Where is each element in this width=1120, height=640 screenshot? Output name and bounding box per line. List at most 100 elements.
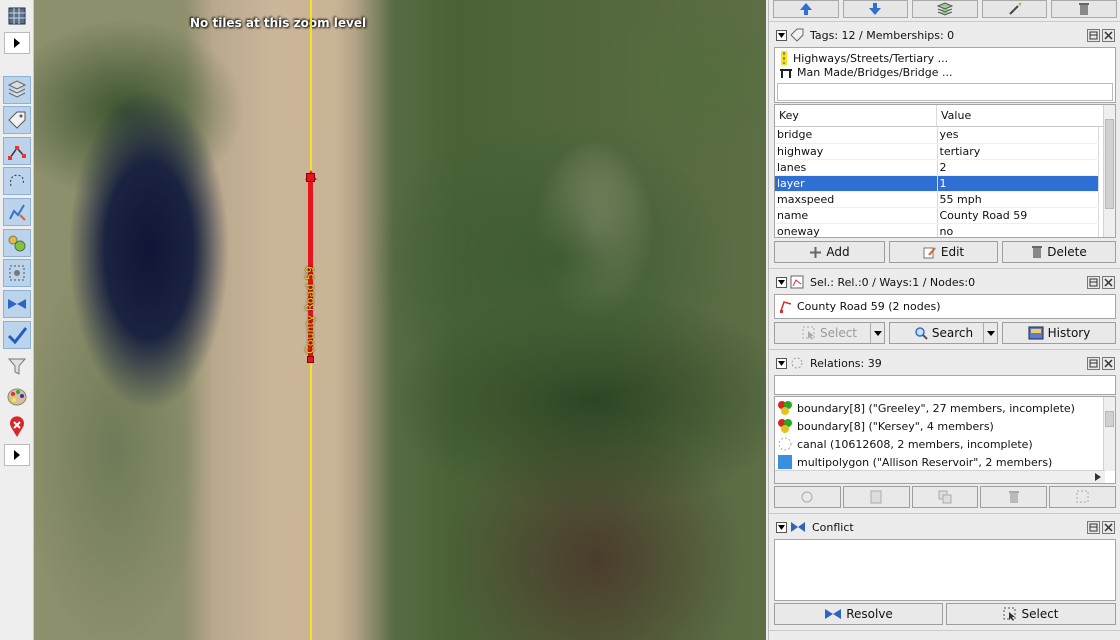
close-icon[interactable]	[1102, 29, 1115, 42]
tag-value[interactable]: tertiary	[937, 143, 1099, 160]
table-row[interactable]: oneway no	[775, 223, 1099, 237]
move-up-button[interactable]	[773, 0, 839, 18]
relation-list-vscrollbar[interactable]	[1103, 397, 1115, 471]
select-node-icon[interactable]	[3, 137, 31, 165]
tag-value[interactable]: County Road 59	[937, 207, 1099, 224]
resolve-button[interactable]: Resolve	[774, 603, 943, 625]
edit-relation-button[interactable]	[842, 486, 910, 508]
conflict-icon[interactable]	[3, 290, 31, 318]
selection-icon[interactable]	[3, 259, 31, 287]
relation-actions	[774, 486, 1116, 510]
collapse-icon[interactable]	[776, 521, 787, 533]
relation-members-button[interactable]	[774, 486, 841, 508]
map-view[interactable]: No tiles at this zoom level County Road …	[34, 0, 766, 640]
wand-button[interactable]	[981, 0, 1048, 18]
preset-label: Highways/Streets/Tertiary ...	[793, 51, 949, 65]
search-button[interactable]: Search	[889, 322, 998, 344]
way-node[interactable]	[306, 173, 315, 182]
chevron-down-icon[interactable]	[983, 323, 997, 343]
key-column-header[interactable]: Key	[775, 105, 937, 126]
filter-icon[interactable]	[3, 352, 31, 380]
tag-key[interactable]: bridge	[775, 127, 938, 144]
collapse-icon[interactable]	[776, 276, 787, 288]
wireframe-icon[interactable]	[3, 2, 31, 30]
tag-key[interactable]: lanes	[775, 159, 938, 176]
layers-icon[interactable]	[3, 76, 31, 104]
delete-tag-button[interactable]: Delete	[1002, 241, 1116, 263]
tag-key[interactable]: highway	[775, 143, 938, 160]
nodes-icon[interactable]	[3, 229, 31, 257]
select-label: Select	[1021, 607, 1059, 621]
delete-layer-button[interactable]	[1051, 0, 1117, 18]
pin-icon[interactable]	[1087, 29, 1100, 42]
edit-icon[interactable]	[3, 198, 31, 226]
tag-table-scrollbar[interactable]	[1103, 105, 1115, 237]
select-relation-members-button[interactable]	[1049, 486, 1116, 508]
next-dialog-header	[773, 634, 1117, 640]
way-icon	[780, 301, 792, 313]
wand-icon	[1008, 2, 1022, 15]
tag-value[interactable]: 55 mph	[937, 191, 1099, 208]
tag-key[interactable]: oneway	[775, 223, 938, 237]
move-down-button[interactable]	[842, 0, 909, 18]
table-row[interactable]: maxspeed 55 mph	[775, 191, 1099, 208]
tag-value[interactable]: 1	[937, 175, 1099, 192]
history-button[interactable]: History	[1002, 322, 1116, 344]
tag-value[interactable]: yes	[937, 127, 1099, 144]
tag-value[interactable]: 2	[937, 159, 1099, 176]
merge-layers-button[interactable]	[912, 0, 978, 18]
toolbar-expand-arrow-2[interactable]	[4, 444, 30, 466]
cursor-select-icon	[802, 326, 815, 340]
pin-icon[interactable]	[1087, 357, 1100, 370]
tag-table: Key Value bridge yes highway tertiary lane…	[774, 104, 1116, 238]
conflict-select-button[interactable]: Select	[946, 603, 1116, 625]
list-item[interactable]: multipolygon ("Allison Reservoir", 2 mem…	[777, 453, 1052, 471]
table-row-selected[interactable]: layer 1	[775, 175, 1099, 192]
preset-item[interactable]: Man Made/Bridges/Bridge ...	[779, 66, 953, 79]
delete-relation-button[interactable]	[980, 486, 1048, 508]
table-row[interactable]: lanes 2	[775, 159, 1099, 176]
collapse-icon[interactable]	[776, 357, 787, 369]
close-icon[interactable]	[1102, 357, 1115, 370]
edit-tag-button[interactable]: Edit	[889, 241, 998, 263]
close-icon[interactable]	[1102, 521, 1115, 534]
pin-icon[interactable]	[1087, 276, 1100, 289]
list-item[interactable]: boundary[8] ("Kersey", 4 members)	[777, 417, 994, 435]
list-item[interactable]: boundary[8] ("Greeley", 27 members, inco…	[777, 399, 1075, 417]
tag-value[interactable]: no	[937, 223, 1099, 237]
top-toolbar	[773, 0, 1117, 18]
relation-list-hscrollbar[interactable]	[775, 470, 1105, 483]
add-tag-button[interactable]: Add	[774, 241, 885, 263]
lasso-icon[interactable]	[3, 167, 31, 195]
list-item[interactable]: canal (10612608, 2 members, incomplete)	[777, 435, 1033, 453]
list-item[interactable]: County Road 59 (2 nodes)	[779, 299, 941, 313]
close-icon[interactable]	[1102, 276, 1115, 289]
relation-filter-field[interactable]	[774, 375, 1116, 395]
table-row[interactable]: name County Road 59	[775, 207, 1099, 224]
pin-icon[interactable]	[1087, 521, 1100, 534]
collapse-icon[interactable]	[776, 29, 787, 41]
tag-key[interactable]: name	[775, 207, 938, 224]
preset-search-field[interactable]	[777, 83, 1113, 101]
select-button[interactable]: Select	[774, 322, 885, 344]
tag-key[interactable]: layer	[775, 175, 938, 192]
tag-key[interactable]: maxspeed	[775, 191, 938, 208]
check-icon[interactable]	[3, 321, 31, 349]
search-label: Search	[931, 326, 974, 340]
chevron-down-icon[interactable]	[870, 323, 884, 343]
select-members-icon	[1076, 490, 1089, 503]
duplicate-relation-button[interactable]	[911, 486, 979, 508]
road-name-label: County Road 59	[303, 266, 317, 354]
value-column-header[interactable]: Value	[937, 105, 1097, 126]
tags-dialog-header: Tags: 12 / Memberships: 0	[773, 25, 1117, 45]
preset-item[interactable]: Highways/Streets/Tertiary ...	[779, 51, 948, 65]
palette-icon[interactable]	[3, 383, 31, 411]
tag-icon[interactable]	[3, 106, 31, 134]
selection-list: County Road 59 (2 nodes)	[774, 294, 1116, 319]
way-node[interactable]	[307, 356, 314, 363]
table-row[interactable]: highway tertiary	[775, 143, 1099, 160]
table-row[interactable]: bridge yes	[775, 127, 1099, 144]
trash-icon	[1008, 491, 1019, 503]
toolbar-expand-arrow[interactable]	[4, 32, 30, 54]
delete-marker-icon[interactable]	[3, 413, 31, 441]
